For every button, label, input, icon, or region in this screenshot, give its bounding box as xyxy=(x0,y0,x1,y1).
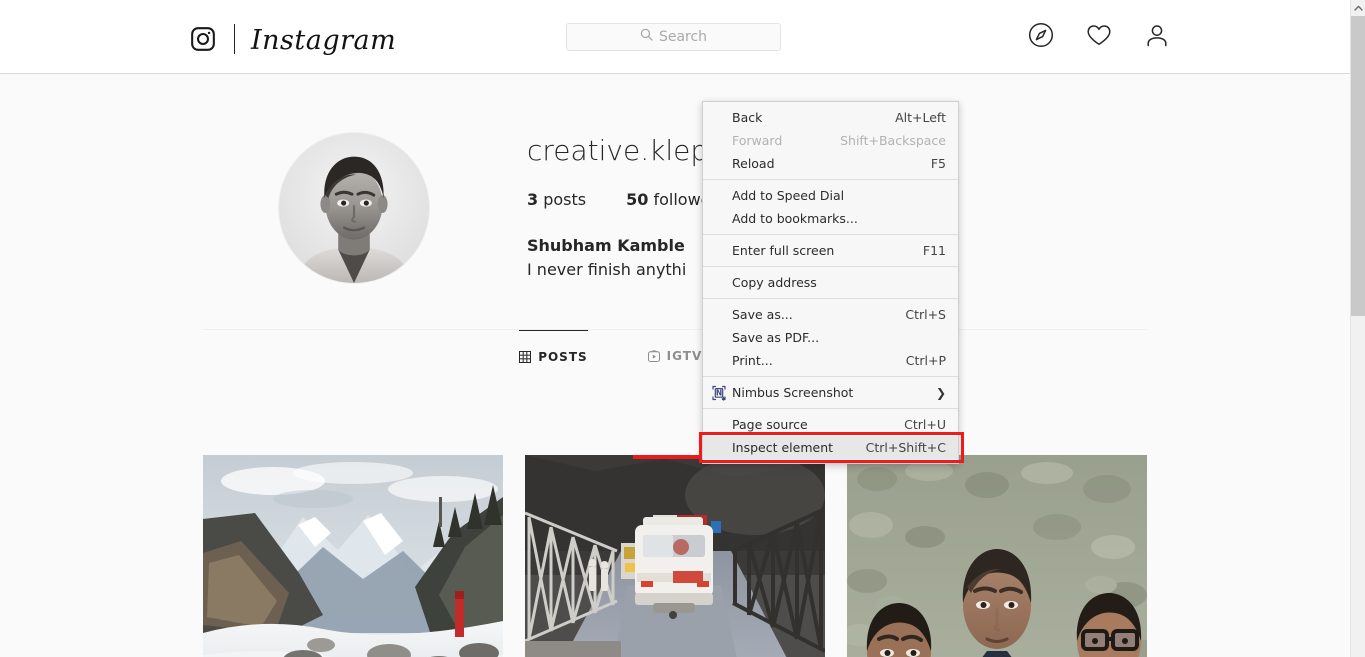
menu-separator xyxy=(703,298,958,299)
menu-separator xyxy=(703,234,958,235)
profile-person-icon[interactable] xyxy=(1144,22,1170,48)
grid-icon xyxy=(519,350,532,363)
menu-separator xyxy=(703,266,958,267)
profile-tabs: POSTS IGTV SAVED xyxy=(203,330,1147,383)
tab-igtv[interactable]: IGTV xyxy=(647,330,703,382)
browser-page: Instagram Search creative.klept 3 posts … xyxy=(0,0,1365,657)
nimbus-icon: N xyxy=(711,385,727,401)
page-scrollbar[interactable] xyxy=(1350,0,1365,657)
stat-posts[interactable]: 3 posts xyxy=(527,190,586,209)
instagram-header: Instagram Search xyxy=(0,0,1350,74)
chevron-right-icon: ❯ xyxy=(935,385,946,400)
logo-divider xyxy=(234,24,235,54)
instagram-wordmark: Instagram xyxy=(251,24,397,56)
menu-item-save-as[interactable]: Save as... Ctrl+S xyxy=(703,303,958,326)
menu-separator xyxy=(703,179,958,180)
search-input[interactable]: Search xyxy=(566,23,781,51)
igtv-icon xyxy=(647,350,660,362)
menu-item-reload[interactable]: Reload F5 xyxy=(703,152,958,175)
grid-post-1[interactable] xyxy=(203,455,503,657)
grid-post-3[interactable] xyxy=(847,455,1147,657)
scrollbar-thumb[interactable] xyxy=(1351,16,1365,316)
menu-item-inspect-element[interactable]: Inspect element Ctrl+Shift+C xyxy=(699,432,964,463)
scroll-up-button[interactable] xyxy=(1351,0,1365,16)
post-grid xyxy=(203,455,1147,657)
svg-text:N: N xyxy=(716,388,722,397)
search-icon xyxy=(640,28,653,46)
avatar[interactable] xyxy=(278,132,430,284)
menu-item-print[interactable]: Print... Ctrl+P xyxy=(703,349,958,372)
menu-item-enter-full-screen[interactable]: Enter full screen F11 xyxy=(703,239,958,262)
menu-item-add-to-bookmarks[interactable]: Add to bookmarks... xyxy=(703,207,958,230)
menu-separator xyxy=(703,408,958,409)
menu-item-save-as-pdf[interactable]: Save as PDF... xyxy=(703,326,958,349)
menu-item-nimbus-screenshot[interactable]: N Nimbus Screenshot ❯ xyxy=(703,381,958,404)
instagram-logo[interactable]: Instagram xyxy=(190,24,396,54)
instagram-camera-icon xyxy=(190,26,216,52)
tab-igtv-label: IGTV xyxy=(666,349,703,363)
search-placeholder: Search xyxy=(658,29,708,45)
menu-item-add-to-speed-dial[interactable]: Add to Speed Dial xyxy=(703,184,958,207)
browser-context-menu[interactable]: Back Alt+Left Forward Shift+Backspace Re… xyxy=(699,101,964,464)
explore-compass-icon[interactable] xyxy=(1028,22,1054,48)
menu-item-forward: Forward Shift+Backspace xyxy=(732,133,946,148)
activity-heart-icon[interactable] xyxy=(1086,22,1112,48)
menu-separator xyxy=(703,376,958,377)
menu-item-back[interactable]: Back Alt+Left xyxy=(703,106,958,129)
menu-item-copy-address[interactable]: Copy address xyxy=(703,271,958,294)
header-icon-group xyxy=(1028,22,1170,48)
menu-item-page-source[interactable]: Page source Ctrl+U xyxy=(703,413,958,436)
grid-post-2[interactable] xyxy=(525,455,825,657)
tab-posts-label: POSTS xyxy=(538,349,588,364)
tab-posts[interactable]: POSTS xyxy=(519,330,588,382)
